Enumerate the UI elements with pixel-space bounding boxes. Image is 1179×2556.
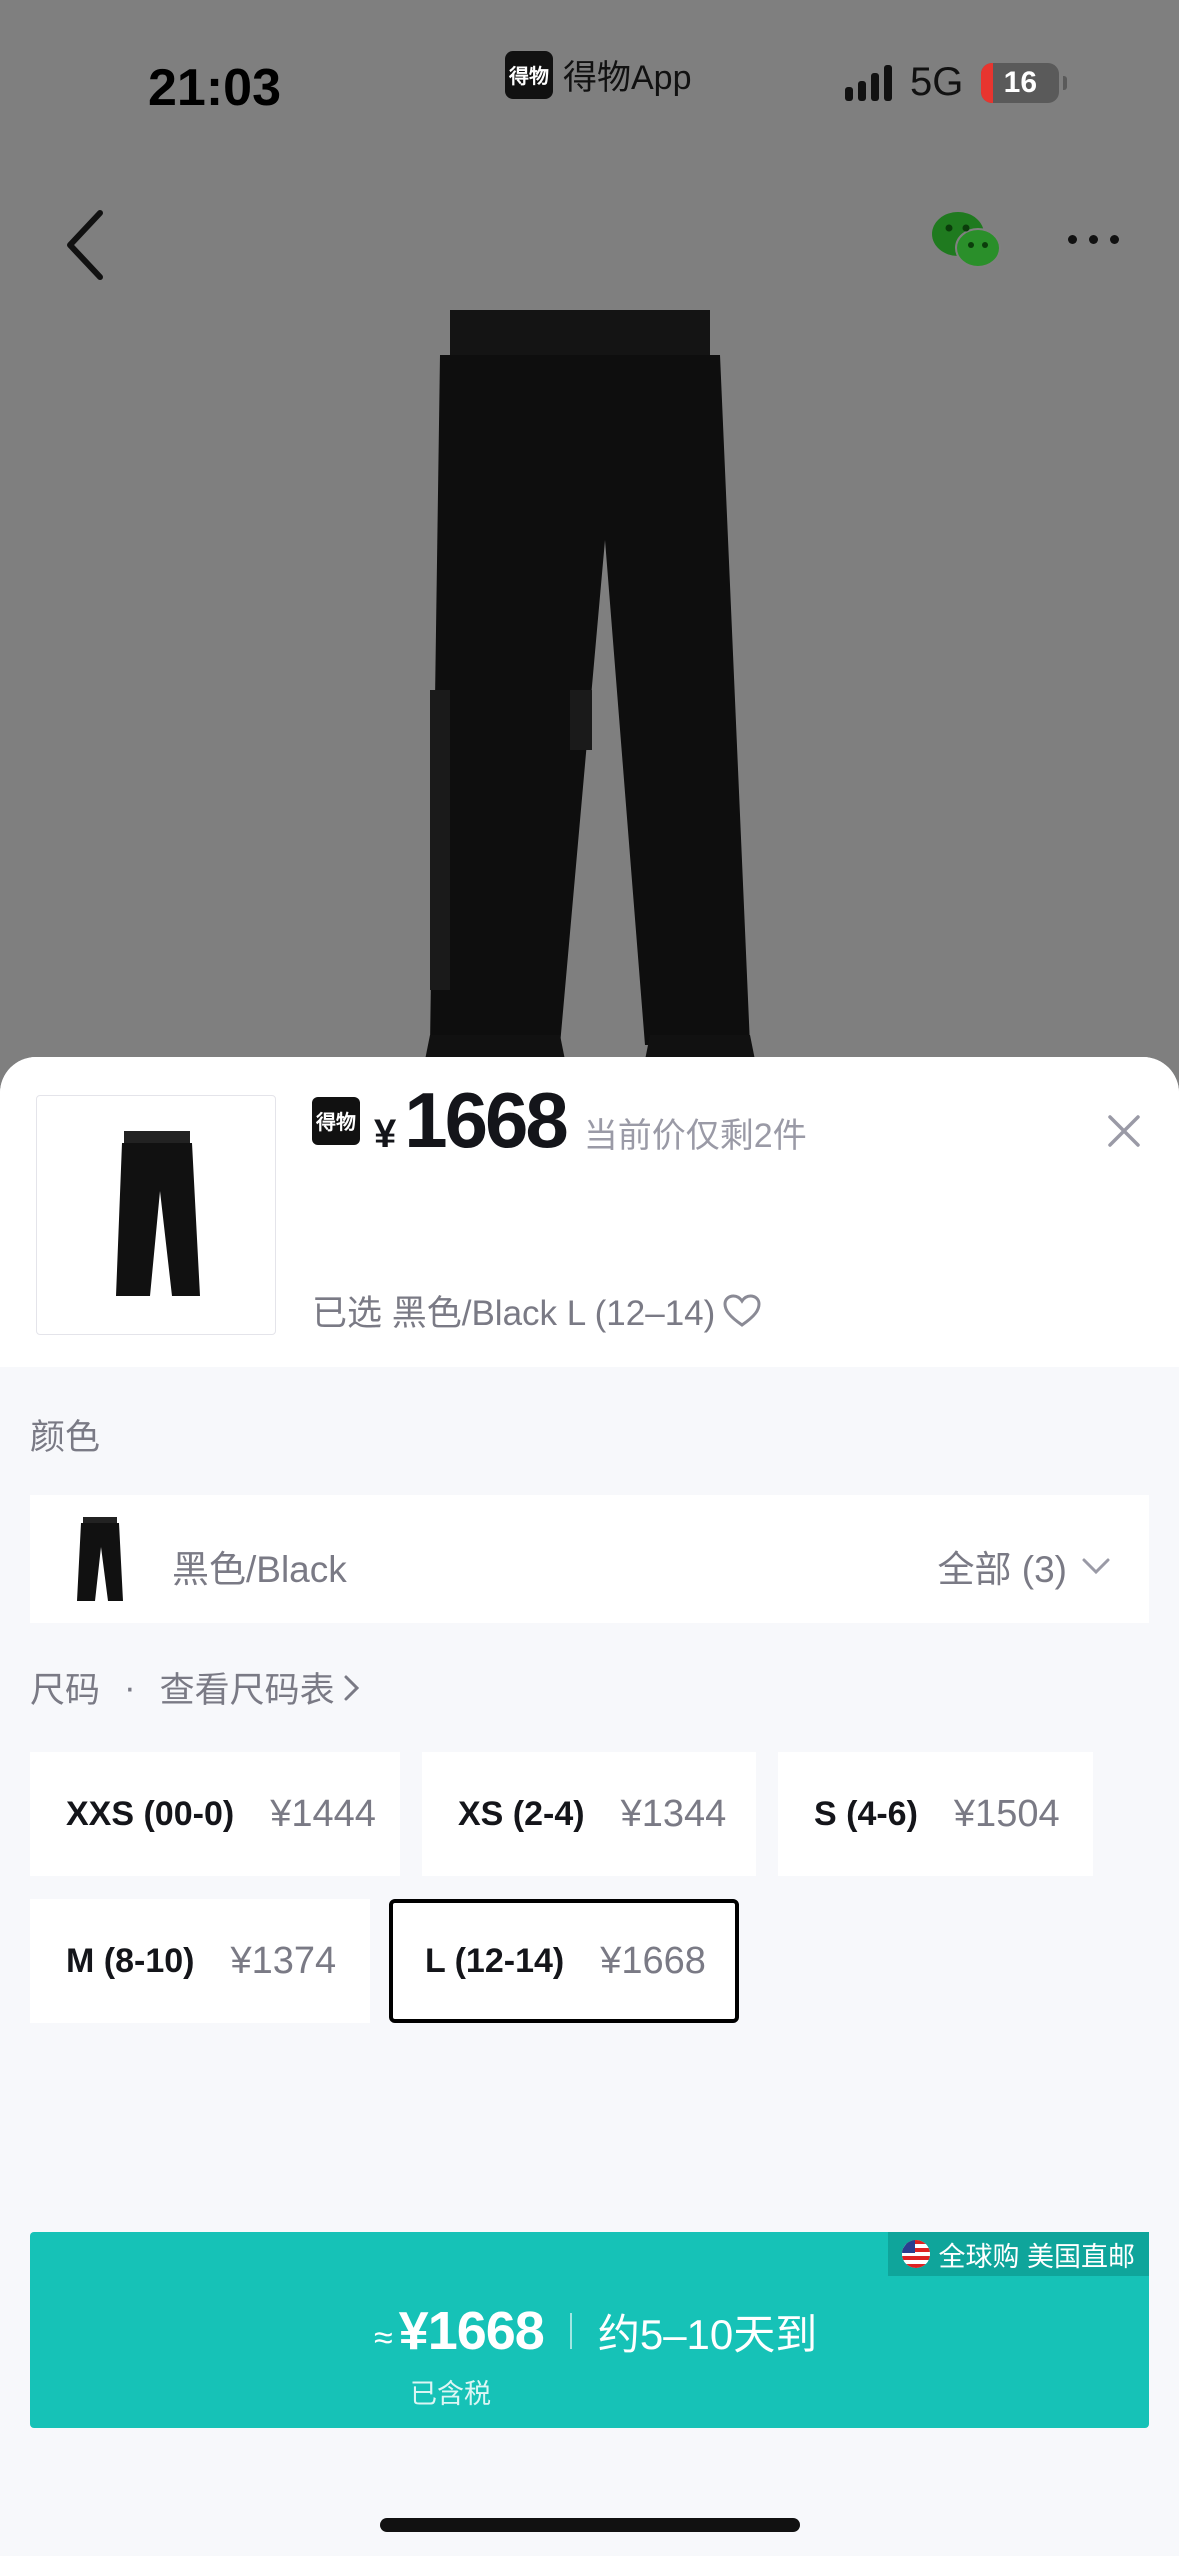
size-option-xs[interactable]: XS (2-4) ¥1344 [422, 1752, 756, 1876]
app-logo-icon: 得物 [505, 50, 553, 99]
global-purchase-label: 全球购 美国直邮 [938, 2241, 1135, 2272]
size-price: ¥1374 [230, 1939, 337, 1982]
size-price: ¥1504 [953, 1792, 1060, 1835]
size-chart-link[interactable]: 查看尺码表 [160, 1662, 335, 1713]
color-all-toggle[interactable]: 全部 (3) [938, 1539, 1112, 1593]
thumbnail-pants-image [116, 1131, 200, 1296]
battery-icon: 16 [981, 62, 1060, 103]
selected-text: 已选 黑色/Black L (12–14) [312, 1294, 716, 1333]
battery-tip [1063, 75, 1068, 90]
chevron-down-icon [1082, 1558, 1110, 1575]
color-option-row[interactable]: 黑色/Black 全部 (3) [30, 1495, 1149, 1623]
tax-included-note: 已含税 [410, 2379, 491, 2409]
heart-icon[interactable] [723, 1293, 761, 1328]
status-indicators: 5G 16 [845, 60, 1068, 105]
more-icon[interactable] [1068, 235, 1119, 244]
color-all-label: 全部 (3) [937, 1549, 1068, 1590]
battery-level: 16 [1003, 65, 1038, 99]
network-type: 5G [910, 60, 964, 104]
stock-note: 当前价仅剩2件 [583, 1117, 807, 1155]
global-purchase-tag: 全球购 美国直邮 [888, 2232, 1149, 2276]
wechat-icon[interactable] [930, 210, 1002, 272]
selected-product-thumbnail[interactable] [36, 1095, 276, 1335]
size-option-l-selected[interactable]: L (12-14) ¥1668 [389, 1899, 739, 2023]
status-app-name: 得物App [563, 59, 692, 97]
delivery-eta: 约5–10天到 [597, 2311, 818, 2358]
close-icon[interactable] [1106, 1113, 1142, 1149]
divider [569, 2313, 572, 2349]
sku-selector-sheet: 得物 ¥ 1668 当前价仅剩2件 已选 黑色/Black L (12–14) … [0, 1057, 1179, 2556]
size-option-xxs[interactable]: XXS (00-0) ¥1444 [30, 1752, 400, 1876]
size-price: ¥1668 [600, 1939, 706, 1982]
size-label: M (8-10) [66, 1941, 195, 1980]
chevron-left-icon[interactable] [60, 205, 110, 285]
size-option-m[interactable]: M (8-10) ¥1374 [30, 1899, 370, 2023]
price-row: 得物 ¥ 1668 当前价仅剩2件 [312, 1075, 807, 1166]
status-app-indicator: 得物 得物App [505, 50, 692, 99]
size-option-s[interactable]: S (4-6) ¥1504 [778, 1752, 1093, 1876]
price-value: 1668 [404, 1076, 569, 1164]
size-label: S (4-6) [814, 1794, 918, 1833]
price-currency: ¥ [374, 1112, 397, 1156]
size-price: ¥1444 [270, 1792, 376, 1835]
size-section-header: 尺码 · 查看尺码表 [30, 1662, 361, 1713]
status-time: 21:03 [148, 59, 281, 117]
buy-price-row: ≈ ¥1668 约5–10天到 [374, 2300, 817, 2362]
sheet-header: 得物 ¥ 1668 当前价仅剩2件 已选 黑色/Black L (12–14) [0, 1057, 1179, 1367]
dewu-logo-icon: 得物 [312, 1096, 360, 1145]
size-label: L (12-14) [425, 1941, 565, 1980]
selected-summary: 已选 黑色/Black L (12–14) [312, 1285, 761, 1336]
signal-icon [845, 64, 892, 101]
size-label: XS (2-4) [458, 1794, 585, 1833]
separator-dot: · [124, 1667, 136, 1707]
color-name: 黑色/Black [172, 1549, 347, 1590]
size-section-label: 尺码 [30, 1671, 101, 1710]
color-section-label: 颜色 [30, 1418, 101, 1457]
size-label: XXS (00-0) [66, 1794, 235, 1833]
product-photo [0, 0, 1179, 1080]
approx-sign: ≈ [374, 2319, 393, 2357]
us-flag-icon [902, 2240, 931, 2268]
buy-price: ¥1668 [398, 2301, 545, 2361]
buy-button[interactable]: 全球购 美国直邮 ≈ ¥1668 约5–10天到 已含税 [30, 2232, 1149, 2428]
size-price: ¥1344 [620, 1792, 727, 1835]
home-indicator[interactable] [380, 2518, 800, 2532]
chevron-right-icon[interactable] [343, 1673, 361, 1703]
product-image-pants [425, 310, 755, 1060]
color-thumbnail [77, 1517, 123, 1601]
